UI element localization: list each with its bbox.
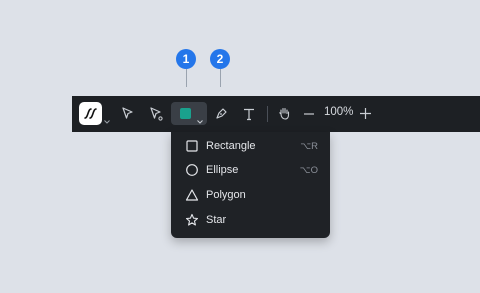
hand-tool-icon[interactable] [277, 106, 292, 121]
fill-color-swatch [180, 108, 191, 119]
menu-item-label: Polygon [206, 189, 246, 201]
shape-fill-tool[interactable] [171, 102, 207, 125]
chevron-down-icon[interactable] [104, 111, 110, 129]
triangle-icon [185, 188, 199, 202]
menu-item-label: Rectangle [206, 140, 256, 152]
callout-leader-line [185, 69, 187, 87]
plus-icon[interactable] [360, 108, 371, 119]
direct-select-icon[interactable] [149, 107, 163, 121]
menu-item-label: Star [206, 214, 227, 226]
zoom-level[interactable]: 100% [324, 106, 353, 118]
square-icon [185, 139, 199, 153]
menu-item-shortcut: ⌥R [300, 141, 318, 152]
menu-item-ellipse[interactable]: Ellipse ⌥O [171, 158, 330, 182]
app-logo-icon[interactable] [79, 102, 102, 125]
callout-leader-line [219, 69, 221, 87]
menu-item-label: Ellipse [206, 164, 239, 176]
pen-tool-icon[interactable] [214, 107, 228, 121]
shape-dropdown-menu: Rectangle ⌥R Ellipse ⌥O Polygon Star [171, 132, 330, 238]
menu-item-star[interactable]: Star [171, 208, 330, 232]
callout-2: 2 [209, 49, 231, 87]
star-icon [185, 213, 199, 227]
menu-item-polygon[interactable]: Polygon [171, 183, 330, 207]
toolbar: 100% [72, 96, 480, 132]
menu-item-rectangle[interactable]: Rectangle ⌥R [171, 134, 330, 158]
chevron-down-icon [197, 111, 203, 129]
toolbar-divider [267, 106, 268, 122]
select-arrow-icon[interactable] [121, 107, 134, 120]
menu-item-shortcut: ⌥O [299, 165, 318, 176]
minus-icon[interactable] [304, 113, 314, 115]
callout-badge: 1 [176, 49, 196, 69]
callout-1: 1 [175, 49, 197, 87]
text-tool-icon[interactable] [242, 107, 256, 121]
circle-icon [185, 163, 199, 177]
callout-badge: 2 [210, 49, 230, 69]
